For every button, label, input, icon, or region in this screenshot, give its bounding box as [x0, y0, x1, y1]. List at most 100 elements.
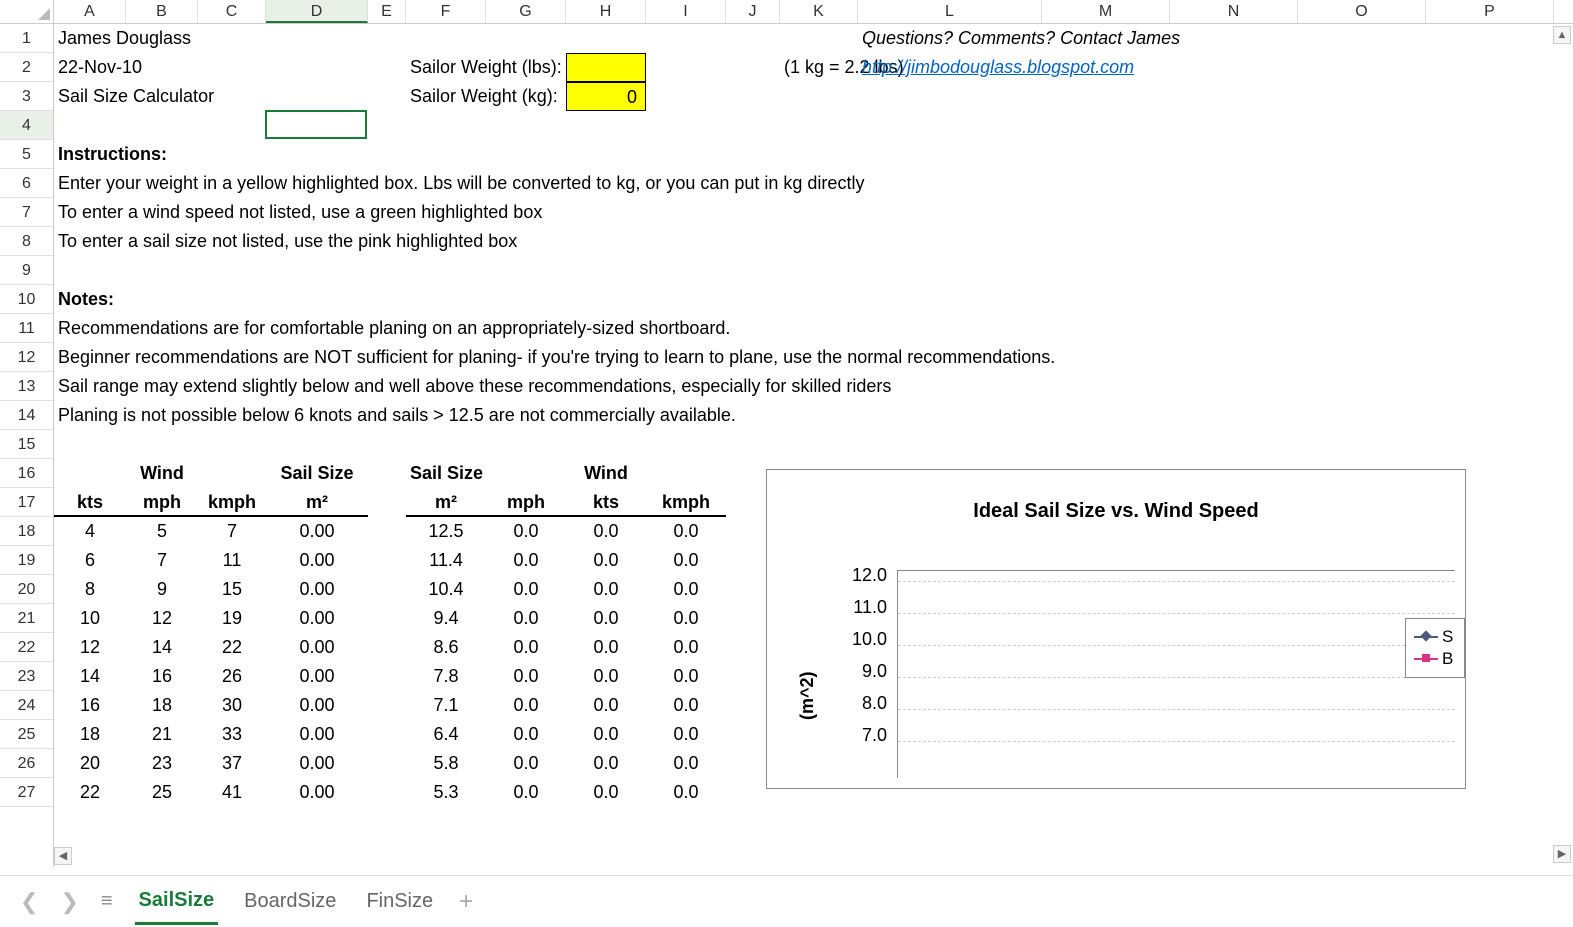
row-header-15[interactable]: 15 [0, 430, 53, 459]
t1-kmph-9: 41 [198, 778, 266, 807]
scroll-right-button[interactable]: ▶ [1553, 845, 1571, 863]
col-header-M[interactable]: M [1042, 0, 1170, 23]
col-header-P[interactable]: P [1426, 0, 1554, 23]
row-header-26[interactable]: 26 [0, 749, 53, 778]
col-header-D[interactable]: D [266, 0, 368, 23]
row-header-9[interactable]: 9 [0, 256, 53, 285]
t2-mph-5: 0.0 [486, 662, 566, 691]
row-header-2[interactable]: 2 [0, 53, 53, 82]
author-name: James Douglass [54, 24, 354, 53]
t1-kmph-4: 22 [198, 633, 266, 662]
row-header-8[interactable]: 8 [0, 227, 53, 256]
col-header-J[interactable]: J [726, 0, 780, 23]
col-header-B[interactable]: B [126, 0, 198, 23]
t1-mph-1: 7 [126, 546, 198, 575]
row-header-14[interactable]: 14 [0, 401, 53, 430]
tab-sailsize[interactable]: SailSize [135, 879, 219, 925]
t1-kmph-3: 19 [198, 604, 266, 633]
row-header-18[interactable]: 18 [0, 517, 53, 546]
t2-mph-8: 0.0 [486, 749, 566, 778]
row-header-12[interactable]: 12 [0, 343, 53, 372]
t1-ss-9: 0.00 [266, 778, 368, 807]
col-header-H[interactable]: H [566, 0, 646, 23]
row-header-5[interactable]: 5 [0, 140, 53, 169]
t1-kmph-7: 33 [198, 720, 266, 749]
row-header-13[interactable]: 13 [0, 372, 53, 401]
row-header-24[interactable]: 24 [0, 691, 53, 720]
t2-mph-2: 0.0 [486, 575, 566, 604]
t2-ss-4: 8.6 [406, 633, 486, 662]
t2-kts-9: 0.0 [566, 778, 646, 807]
col-header-I[interactable]: I [646, 0, 726, 23]
t2-kmph-7: 0.0 [646, 720, 726, 749]
row-header-21[interactable]: 21 [0, 604, 53, 633]
row-header-10[interactable]: 10 [0, 285, 53, 314]
t2-sailsize-hdr: Sail Size [406, 459, 486, 488]
col-header-L[interactable]: L [858, 0, 1042, 23]
t2-kts-6: 0.0 [566, 691, 646, 720]
t1-mph-8: 23 [126, 749, 198, 778]
blog-link[interactable]: http://jimbodouglass.blogspot.com [858, 53, 1278, 82]
t1-ss-4: 0.00 [266, 633, 368, 662]
t2-mph-1: 0.0 [486, 546, 566, 575]
scroll-left-button[interactable]: ◀ [54, 847, 72, 865]
row-header-1[interactable]: 1 [0, 24, 53, 53]
row-header-27[interactable]: 27 [0, 778, 53, 807]
row-header-22[interactable]: 22 [0, 633, 53, 662]
selected-cell[interactable] [265, 110, 367, 139]
weight-lbs-input[interactable] [566, 53, 646, 82]
col-header-O[interactable]: O [1298, 0, 1426, 23]
t1-kts-2: 8 [54, 575, 126, 604]
row-header-3[interactable]: 3 [0, 82, 53, 111]
t1-kmph-2: 15 [198, 575, 266, 604]
sheet-tabs-bar: ❮ ❯ ≡ SailSize BoardSize FinSize + [0, 875, 1573, 927]
col-header-K[interactable]: K [780, 0, 858, 23]
t1-kts-7: 18 [54, 720, 126, 749]
t1-mph-7: 21 [126, 720, 198, 749]
scroll-up-button[interactable]: ▲ [1553, 26, 1571, 44]
t2-mph-0: 0.0 [486, 517, 566, 546]
tab-menu-icon[interactable]: ≡ [101, 890, 113, 913]
row-header-20[interactable]: 20 [0, 575, 53, 604]
row-header-16[interactable]: 16 [0, 459, 53, 488]
col-header-A[interactable]: A [54, 0, 126, 23]
t1-kts-4: 12 [54, 633, 126, 662]
row-header-19[interactable]: 19 [0, 546, 53, 575]
col-header-N[interactable]: N [1170, 0, 1298, 23]
t1-kts-0: 4 [54, 517, 126, 546]
chart-y-label: (m^2) [797, 671, 818, 720]
t1-ss-1: 0.00 [266, 546, 368, 575]
tab-next-button[interactable]: ❯ [60, 889, 78, 915]
weight-kg-input[interactable]: 0 [566, 82, 646, 111]
t2-mph-9: 0.0 [486, 778, 566, 807]
t1-kmph-6: 30 [198, 691, 266, 720]
row-header-23[interactable]: 23 [0, 662, 53, 691]
add-sheet-button[interactable]: + [459, 888, 473, 916]
row-header-4[interactable]: 4 [0, 111, 53, 140]
row-header-7[interactable]: 7 [0, 198, 53, 227]
row-header-6[interactable]: 6 [0, 169, 53, 198]
select-all-corner[interactable] [0, 0, 53, 24]
weight-kg-label: Sailor Weight (kg): [406, 82, 566, 111]
chart-ideal-sail-size[interactable]: Ideal Sail Size vs. Wind Speed(m^2)12.01… [766, 469, 1466, 789]
tab-finsize[interactable]: FinSize [362, 880, 437, 923]
row-header-25[interactable]: 25 [0, 720, 53, 749]
t2-ss-5: 7.8 [406, 662, 486, 691]
chart-plot-area [897, 570, 1455, 778]
t1-mph-3: 12 [126, 604, 198, 633]
chart-legend: SB [1405, 618, 1465, 678]
col-header-C[interactable]: C [198, 0, 266, 23]
tab-prev-button[interactable]: ❮ [20, 889, 38, 915]
col-header-E[interactable]: E [368, 0, 406, 23]
row-header-11[interactable]: 11 [0, 314, 53, 343]
notes-l4: Planing is not possible below 6 knots an… [54, 401, 1354, 430]
t1-ss-6: 0.00 [266, 691, 368, 720]
t1-ss-5: 0.00 [266, 662, 368, 691]
t2-kmph: kmph [646, 488, 726, 517]
row-header-17[interactable]: 17 [0, 488, 53, 517]
chart-title: Ideal Sail Size vs. Wind Speed [767, 500, 1465, 523]
col-header-F[interactable]: F [406, 0, 486, 23]
tab-boardsize[interactable]: BoardSize [240, 880, 340, 923]
col-header-G[interactable]: G [486, 0, 566, 23]
t2-kts-2: 0.0 [566, 575, 646, 604]
